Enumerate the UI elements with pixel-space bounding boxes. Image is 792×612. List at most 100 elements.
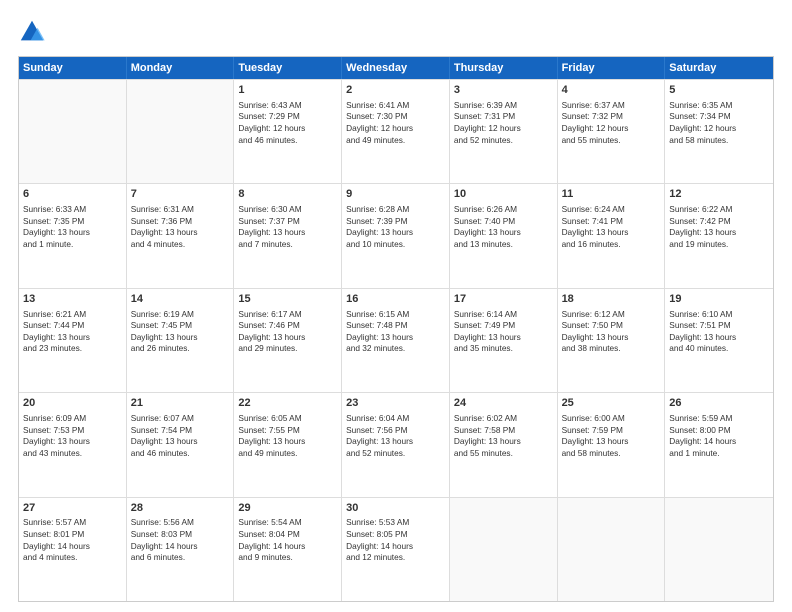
weekday-header-sunday: Sunday <box>19 57 127 79</box>
day-cell-23: 23 Sunrise: 6:04 AM Sunset: 7:56 PM Dayli… <box>342 393 450 496</box>
day-number: 1 <box>238 83 337 98</box>
day-cell-29: 29Sunrise: 5:54 AM Sunset: 8:04 PM Dayli… <box>234 498 342 601</box>
day-info: Sunrise: 6:43 AM Sunset: 7:29 PM Dayligh… <box>238 100 337 146</box>
day-info: Sunrise: 6:19 AM Sunset: 7:45 PM Dayligh… <box>131 309 230 355</box>
day-number: 2 <box>346 83 445 98</box>
day-info: Sunrise: 5:56 AM Sunset: 8:03 PM Dayligh… <box>131 517 230 563</box>
day-cell-empty-0-1 <box>127 80 235 183</box>
day-cell-4: 4Sunrise: 6:37 AM Sunset: 7:32 PM Daylig… <box>558 80 666 183</box>
day-info: Sunrise: 5:54 AM Sunset: 8:04 PM Dayligh… <box>238 517 337 563</box>
day-number: 23 <box>346 396 445 411</box>
day-info: Sunrise: 6:05 AM Sunset: 7:55 PM Dayligh… <box>238 413 337 459</box>
day-info: Sunrise: 6:39 AM Sunset: 7:31 PM Dayligh… <box>454 100 553 146</box>
day-number: 3 <box>454 83 553 98</box>
weekday-header-friday: Friday <box>558 57 666 79</box>
day-info: Sunrise: 6:28 AM Sunset: 7:39 PM Dayligh… <box>346 204 445 250</box>
day-number: 12 <box>669 187 769 202</box>
day-info: Sunrise: 6:21 AM Sunset: 7:44 PM Dayligh… <box>23 309 122 355</box>
day-cell-12: 12Sunrise: 6:22 AM Sunset: 7:42 PM Dayli… <box>665 184 773 287</box>
day-cell-14: 14 Sunrise: 6:19 AM Sunset: 7:45 PM Dayli… <box>127 289 235 392</box>
day-info: Sunrise: 6:15 AM Sunset: 7:48 PM Dayligh… <box>346 309 445 355</box>
day-number: 9 <box>346 187 445 202</box>
day-cell-13: 13Sunrise: 6:21 AM Sunset: 7:44 PM Dayli… <box>19 289 127 392</box>
day-cell-10: 10 Sunrise: 6:26 AM Sunset: 7:40 PM Dayli… <box>450 184 558 287</box>
day-cell-20: 20 Sunrise: 6:09 AM Sunset: 7:53 PM Dayli… <box>19 393 127 496</box>
day-cell-empty-4-6 <box>665 498 773 601</box>
day-cell-empty-4-5 <box>558 498 666 601</box>
day-info: Sunrise: 6:00 AM Sunset: 7:59 PM Dayligh… <box>562 413 661 459</box>
day-info: Sunrise: 6:14 AM Sunset: 7:49 PM Dayligh… <box>454 309 553 355</box>
calendar-row-3: 20 Sunrise: 6:09 AM Sunset: 7:53 PM Dayli… <box>19 392 773 496</box>
day-info: Sunrise: 6:37 AM Sunset: 7:32 PM Dayligh… <box>562 100 661 146</box>
day-number: 5 <box>669 83 769 98</box>
day-cell-25: 25 Sunrise: 6:00 AM Sunset: 7:59 PM Dayli… <box>558 393 666 496</box>
day-cell-3: 3 Sunrise: 6:39 AM Sunset: 7:31 PM Daylig… <box>450 80 558 183</box>
day-info: Sunrise: 6:31 AM Sunset: 7:36 PM Dayligh… <box>131 204 230 250</box>
day-info: Sunrise: 6:30 AM Sunset: 7:37 PM Dayligh… <box>238 204 337 250</box>
day-cell-26: 26 Sunrise: 5:59 AM Sunset: 8:00 PM Dayli… <box>665 393 773 496</box>
day-info: Sunrise: 6:02 AM Sunset: 7:58 PM Dayligh… <box>454 413 553 459</box>
day-info: Sunrise: 6:12 AM Sunset: 7:50 PM Dayligh… <box>562 309 661 355</box>
day-number: 26 <box>669 396 769 411</box>
calendar-row-4: 27Sunrise: 5:57 AM Sunset: 8:01 PM Dayli… <box>19 497 773 601</box>
calendar: SundayMondayTuesdayWednesdayThursdayFrid… <box>18 56 774 602</box>
day-number: 17 <box>454 292 553 307</box>
day-cell-1: 1 Sunrise: 6:43 AM Sunset: 7:29 PM Daylig… <box>234 80 342 183</box>
calendar-body: 1 Sunrise: 6:43 AM Sunset: 7:29 PM Daylig… <box>19 79 773 601</box>
day-cell-6: 6 Sunrise: 6:33 AM Sunset: 7:35 PM Daylig… <box>19 184 127 287</box>
day-number: 16 <box>346 292 445 307</box>
day-number: 19 <box>669 292 769 307</box>
day-cell-28: 28Sunrise: 5:56 AM Sunset: 8:03 PM Dayli… <box>127 498 235 601</box>
day-number: 7 <box>131 187 230 202</box>
day-number: 15 <box>238 292 337 307</box>
day-info: Sunrise: 5:59 AM Sunset: 8:00 PM Dayligh… <box>669 413 769 459</box>
day-number: 22 <box>238 396 337 411</box>
day-info: Sunrise: 6:26 AM Sunset: 7:40 PM Dayligh… <box>454 204 553 250</box>
day-cell-19: 19 Sunrise: 6:10 AM Sunset: 7:51 PM Dayli… <box>665 289 773 392</box>
day-number: 21 <box>131 396 230 411</box>
day-info: Sunrise: 6:09 AM Sunset: 7:53 PM Dayligh… <box>23 413 122 459</box>
calendar-row-0: 1 Sunrise: 6:43 AM Sunset: 7:29 PM Daylig… <box>19 79 773 183</box>
weekday-header-tuesday: Tuesday <box>234 57 342 79</box>
weekday-header-saturday: Saturday <box>665 57 773 79</box>
day-info: Sunrise: 6:41 AM Sunset: 7:30 PM Dayligh… <box>346 100 445 146</box>
weekday-header-thursday: Thursday <box>450 57 558 79</box>
day-cell-9: 9 Sunrise: 6:28 AM Sunset: 7:39 PM Daylig… <box>342 184 450 287</box>
day-number: 29 <box>238 501 337 516</box>
weekday-header-monday: Monday <box>127 57 235 79</box>
day-cell-8: 8 Sunrise: 6:30 AM Sunset: 7:37 PM Daylig… <box>234 184 342 287</box>
day-cell-30: 30Sunrise: 5:53 AM Sunset: 8:05 PM Dayli… <box>342 498 450 601</box>
day-number: 11 <box>562 187 661 202</box>
day-number: 6 <box>23 187 122 202</box>
day-number: 10 <box>454 187 553 202</box>
day-info: Sunrise: 5:53 AM Sunset: 8:05 PM Dayligh… <box>346 517 445 563</box>
day-info: Sunrise: 6:17 AM Sunset: 7:46 PM Dayligh… <box>238 309 337 355</box>
day-number: 28 <box>131 501 230 516</box>
calendar-row-1: 6 Sunrise: 6:33 AM Sunset: 7:35 PM Daylig… <box>19 183 773 287</box>
day-info: Sunrise: 6:04 AM Sunset: 7:56 PM Dayligh… <box>346 413 445 459</box>
day-cell-16: 16 Sunrise: 6:15 AM Sunset: 7:48 PM Dayli… <box>342 289 450 392</box>
day-number: 25 <box>562 396 661 411</box>
day-cell-27: 27Sunrise: 5:57 AM Sunset: 8:01 PM Dayli… <box>19 498 127 601</box>
day-cell-22: 22 Sunrise: 6:05 AM Sunset: 7:55 PM Dayli… <box>234 393 342 496</box>
day-info: Sunrise: 5:57 AM Sunset: 8:01 PM Dayligh… <box>23 517 122 563</box>
day-number: 18 <box>562 292 661 307</box>
day-cell-2: 2 Sunrise: 6:41 AM Sunset: 7:30 PM Daylig… <box>342 80 450 183</box>
day-cell-21: 21 Sunrise: 6:07 AM Sunset: 7:54 PM Dayli… <box>127 393 235 496</box>
day-info: Sunrise: 6:10 AM Sunset: 7:51 PM Dayligh… <box>669 309 769 355</box>
day-info: Sunrise: 6:07 AM Sunset: 7:54 PM Dayligh… <box>131 413 230 459</box>
header <box>18 18 774 46</box>
day-info: Sunrise: 6:33 AM Sunset: 7:35 PM Dayligh… <box>23 204 122 250</box>
day-number: 14 <box>131 292 230 307</box>
day-number: 8 <box>238 187 337 202</box>
day-cell-15: 15 Sunrise: 6:17 AM Sunset: 7:46 PM Dayli… <box>234 289 342 392</box>
day-cell-17: 17 Sunrise: 6:14 AM Sunset: 7:49 PM Dayli… <box>450 289 558 392</box>
weekday-header-wednesday: Wednesday <box>342 57 450 79</box>
day-cell-7: 7 Sunrise: 6:31 AM Sunset: 7:36 PM Daylig… <box>127 184 235 287</box>
day-cell-5: 5Sunrise: 6:35 AM Sunset: 7:34 PM Daylig… <box>665 80 773 183</box>
day-info: Sunrise: 6:24 AM Sunset: 7:41 PM Dayligh… <box>562 204 661 250</box>
calendar-row-2: 13Sunrise: 6:21 AM Sunset: 7:44 PM Dayli… <box>19 288 773 392</box>
logo <box>18 18 50 46</box>
day-number: 20 <box>23 396 122 411</box>
calendar-header: SundayMondayTuesdayWednesdayThursdayFrid… <box>19 57 773 79</box>
